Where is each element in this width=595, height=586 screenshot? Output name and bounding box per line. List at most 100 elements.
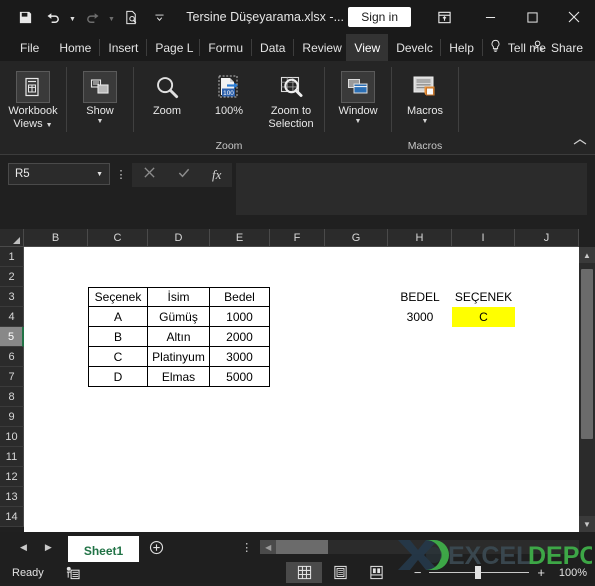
- accessibility-checker-icon[interactable]: [58, 566, 86, 580]
- normal-view-button[interactable]: [286, 562, 322, 583]
- next-sheet-icon[interactable]: ▶: [45, 542, 52, 553]
- window-button[interactable]: Window ▼: [327, 67, 389, 126]
- tab-page-layout[interactable]: Page L: [147, 34, 199, 61]
- select-all-corner[interactable]: [0, 229, 24, 247]
- column-header-h[interactable]: H: [388, 229, 452, 247]
- scroll-down-icon[interactable]: ▼: [579, 516, 595, 532]
- previous-sheet-icon[interactable]: ◀: [20, 542, 27, 553]
- row-header-9[interactable]: 9: [0, 407, 24, 427]
- share-button[interactable]: Share: [532, 39, 583, 56]
- row-header-10[interactable]: 10: [0, 427, 24, 447]
- row-header-1[interactable]: 1: [0, 247, 24, 267]
- grid-cell[interactable]: İsim: [148, 287, 210, 307]
- macros-dropdown-icon[interactable]: ▼: [422, 118, 429, 126]
- sheet-bar-overflow-icon[interactable]: ⋮: [241, 541, 252, 554]
- grid-cell[interactable]: 3000: [388, 307, 452, 327]
- redo-icon[interactable]: [79, 5, 105, 29]
- save-icon[interactable]: [12, 5, 38, 29]
- sheet-canvas[interactable]: Seçenek İsim Bedel A Gümüş 1000 B Altın 2000 C Pla…: [24, 247, 579, 532]
- add-sheet-icon[interactable]: [139, 540, 173, 555]
- show-dropdown-icon[interactable]: ▼: [97, 118, 104, 126]
- column-header-g[interactable]: G: [325, 229, 388, 247]
- grid-cell[interactable]: 2000: [210, 327, 270, 347]
- grid-cell[interactable]: B: [88, 327, 148, 347]
- scroll-up-icon[interactable]: ▲: [579, 247, 595, 263]
- row-header-3[interactable]: 3: [0, 287, 24, 307]
- grid-cell[interactable]: BEDEL: [388, 287, 452, 307]
- print-preview-icon[interactable]: [118, 5, 144, 29]
- sign-in-button[interactable]: Sign in: [348, 7, 411, 27]
- row-header-11[interactable]: 11: [0, 447, 24, 467]
- sheet-tab-sheet1[interactable]: Sheet1: [67, 536, 140, 562]
- grid-cell[interactable]: Bedel: [210, 287, 270, 307]
- tab-developer[interactable]: Develc: [388, 34, 440, 61]
- zoom-out-button[interactable]: −: [414, 565, 422, 580]
- grid-cell[interactable]: C: [452, 307, 515, 327]
- zoom-slider-thumb[interactable]: [475, 566, 482, 579]
- grid-cell[interactable]: C: [88, 347, 148, 367]
- name-box[interactable]: R5 ▼: [8, 163, 110, 185]
- undo-icon[interactable]: [40, 5, 66, 29]
- grid-cell[interactable]: Seçenek: [88, 287, 148, 307]
- row-header-7[interactable]: 7: [0, 367, 24, 387]
- column-header-d[interactable]: D: [148, 229, 210, 247]
- tab-home[interactable]: Home: [51, 34, 99, 61]
- tab-review[interactable]: Review: [294, 34, 346, 61]
- customize-quick-access-toolbar-icon[interactable]: [146, 5, 172, 29]
- show-button[interactable]: Show ▼: [69, 67, 131, 126]
- tab-help[interactable]: Help: [441, 34, 482, 61]
- column-header-e[interactable]: E: [210, 229, 270, 247]
- zoom-100-button[interactable]: 100 100%: [198, 67, 260, 118]
- tab-file[interactable]: File: [8, 34, 51, 61]
- row-header-8[interactable]: 8: [0, 387, 24, 407]
- formula-input[interactable]: [236, 163, 587, 215]
- column-header-c[interactable]: C: [88, 229, 148, 247]
- grid-cell[interactable]: 3000: [210, 347, 270, 367]
- collapse-ribbon-icon[interactable]: [573, 138, 587, 150]
- scroll-left-icon[interactable]: ◀: [260, 540, 277, 554]
- minimize-icon[interactable]: [469, 0, 511, 34]
- grid-cell[interactable]: A: [88, 307, 148, 327]
- vertical-scrollbar[interactable]: ▲ ▼: [579, 247, 595, 532]
- close-icon[interactable]: [553, 0, 595, 34]
- row-header-6[interactable]: 6: [0, 347, 24, 367]
- page-layout-view-button[interactable]: [322, 562, 358, 583]
- grid-cell[interactable]: 5000: [210, 367, 270, 387]
- zoom-in-button[interactable]: +: [537, 565, 545, 580]
- tab-formulas[interactable]: Formu: [200, 34, 251, 61]
- tab-view[interactable]: View: [346, 34, 389, 61]
- column-header-j[interactable]: J: [515, 229, 579, 247]
- maximize-icon[interactable]: [511, 0, 553, 34]
- grid-cell[interactable]: Gümüş: [148, 307, 210, 327]
- insert-function-icon[interactable]: fx: [212, 167, 221, 183]
- zoom-button[interactable]: Zoom: [136, 67, 198, 118]
- row-header-12[interactable]: 12: [0, 467, 24, 487]
- tab-data[interactable]: Data: [252, 34, 293, 61]
- enter-icon[interactable]: [177, 166, 191, 184]
- chevron-down-icon[interactable]: ▼: [96, 171, 103, 178]
- zoom-level-label[interactable]: 100%: [553, 567, 587, 579]
- ribbon-display-options-icon[interactable]: [429, 5, 459, 29]
- grid-cell[interactable]: 1000: [210, 307, 270, 327]
- zoom-slider[interactable]: [429, 566, 530, 579]
- row-header-2[interactable]: 2: [0, 267, 24, 287]
- row-header-4[interactable]: 4: [0, 307, 24, 327]
- zoom-to-selection-button[interactable]: Zoom to Selection: [260, 67, 322, 130]
- horizontal-scrollbar-thumb[interactable]: [276, 540, 329, 554]
- undo-dropdown-icon[interactable]: ▼: [68, 6, 77, 28]
- column-header-f[interactable]: F: [270, 229, 325, 247]
- column-header-b[interactable]: B: [24, 229, 88, 247]
- grid-cell[interactable]: D: [88, 367, 148, 387]
- window-dropdown-icon[interactable]: ▼: [355, 118, 362, 126]
- column-header-i[interactable]: I: [452, 229, 515, 247]
- macros-button[interactable]: Macros ▼: [394, 67, 456, 126]
- row-header-5[interactable]: 5: [0, 327, 24, 347]
- page-break-preview-button[interactable]: [358, 562, 394, 583]
- tab-insert[interactable]: Insert: [100, 34, 146, 61]
- grid-cell[interactable]: Elmas: [148, 367, 210, 387]
- row-header-14[interactable]: 14: [0, 507, 24, 527]
- grid-cell[interactable]: Platinyum: [148, 347, 210, 367]
- grid-cell[interactable]: SEÇENEK: [452, 287, 515, 307]
- workbook-views-button[interactable]: Workbook Views ▼: [2, 67, 64, 130]
- horizontal-scrollbar[interactable]: ◀: [260, 540, 579, 554]
